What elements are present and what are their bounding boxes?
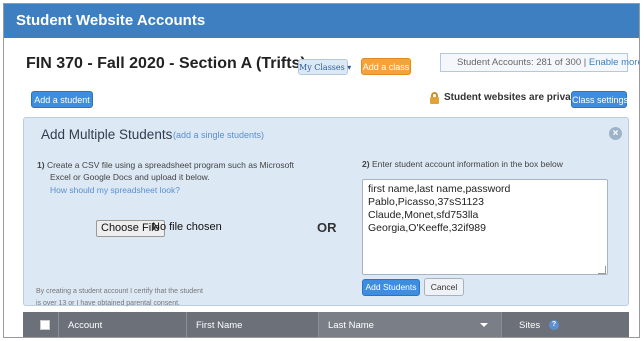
add-students-button[interactable]: Add Students [362,279,420,296]
sort-descending-icon[interactable] [480,323,488,327]
add-student-button[interactable]: Add a student [31,91,93,108]
step1-text-line2: Excel or Google Docs and upload it below… [50,172,210,182]
title-bar: Student Website Accounts [4,4,639,38]
step1-text: Create a CSV file using a spreadsheet pr… [46,160,295,170]
close-icon[interactable]: × [609,127,622,140]
course-title: FIN 370 - Fall 2020 - Section A (Trifts) [26,55,306,72]
certification-text: By creating a student account I certify … [36,286,336,310]
app-window: Student Website Accounts FIN 370 - Fall … [3,3,640,338]
column-header-sites[interactable]: Sites [519,320,540,331]
column-divider [58,312,59,337]
step1-instructions: 1) Create a CSV file using a spreadsheet… [37,159,317,172]
column-divider [501,312,502,337]
step2-number: 2) [362,159,370,169]
panel-title: Add Multiple Students [41,127,173,142]
or-separator: OR [317,220,337,235]
textarea-resize-handle[interactable] [598,266,606,274]
add-multiple-students-panel: Add Multiple Students (add a single stud… [23,117,629,307]
add-single-student-link[interactable]: (add a single students) [173,130,264,140]
student-accounts-status: Student Accounts: 281 of 300 | Enable mo… [440,53,639,72]
column-divider [186,312,187,337]
help-icon[interactable]: ? [549,320,559,330]
my-classes-dropdown[interactable]: My Classes ▾ [298,59,351,75]
step2-text: Enter student account information in the… [371,159,563,169]
student-accounts-count: Student Accounts: 281 of 300 | [457,57,589,68]
lock-icon [430,92,439,104]
select-all-checkbox[interactable] [40,320,50,330]
spreadsheet-help-link[interactable]: How should my spreadsheet look? [50,185,180,195]
students-table-header: Account First Name Last Name Sites ? [23,312,629,337]
class-settings-button[interactable]: Class settings [571,91,628,108]
step2-instructions: 2) Enter student account information in … [362,159,563,169]
privacy-status: Student websites are private [444,92,580,103]
window-title: Student Website Accounts [16,12,206,29]
enable-more-link[interactable]: Enable more [589,57,639,68]
column-header-account[interactable]: Account [68,320,102,331]
column-header-last-name[interactable]: Last Name [328,320,374,331]
cancel-button[interactable]: Cancel [424,278,464,296]
student-csv-textarea[interactable]: first name,last name,password Pablo,Pica… [362,179,608,275]
add-class-button[interactable]: Add a class [361,58,411,75]
certification-line2: is over 13 or I have obtained parental c… [36,300,180,307]
column-divider [318,312,319,337]
file-status: No file chosen [152,221,222,233]
certification-line1: By creating a student account I certify … [36,288,203,295]
column-header-first-name[interactable]: First Name [196,320,242,331]
step1-number: 1) [37,160,45,170]
